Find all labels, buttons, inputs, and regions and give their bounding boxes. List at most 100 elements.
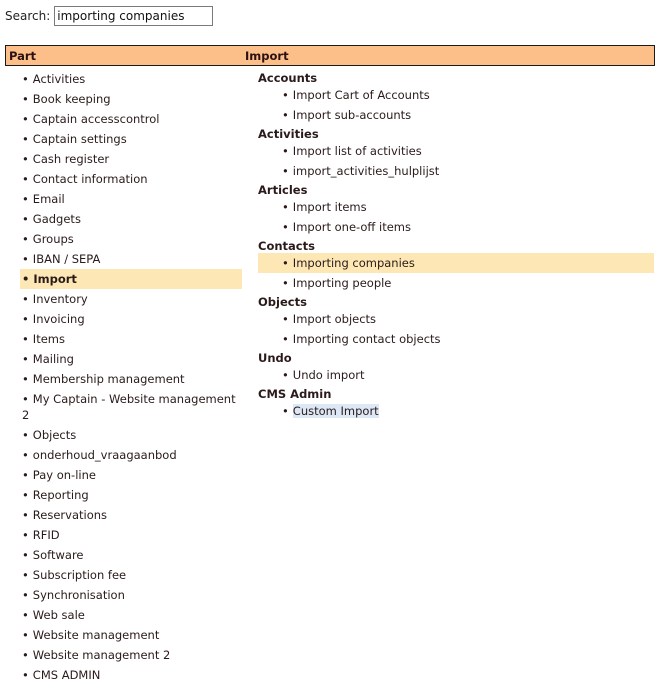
import-item-label: Importing companies	[292, 256, 415, 270]
import-item[interactable]: • Import sub-accounts	[258, 105, 654, 125]
part-item[interactable]: • Import	[20, 269, 242, 289]
part-item-label: Pay on-line	[32, 468, 96, 482]
part-item[interactable]: • Membership management	[20, 369, 242, 389]
search-input[interactable]	[54, 6, 214, 26]
import-item[interactable]: • Importing people	[258, 273, 654, 293]
import-item[interactable]: • import_activities_hulplijst	[258, 161, 654, 181]
import-item[interactable]: • Undo import	[258, 365, 654, 385]
bullet-icon: •	[282, 144, 289, 158]
part-item[interactable]: • Objects	[20, 425, 242, 445]
part-item[interactable]: • RFID	[20, 525, 242, 545]
part-item[interactable]: • Reporting	[20, 485, 242, 505]
part-item[interactable]: • Synchronisation	[20, 585, 242, 605]
import-item-label: Importing people	[292, 276, 392, 290]
import-item[interactable]: • Import objects	[258, 309, 654, 329]
import-group-title: Objects	[258, 295, 307, 309]
search-label: Search:	[5, 9, 51, 23]
bullet-icon: •	[22, 332, 29, 346]
bullet-icon: •	[22, 608, 29, 622]
part-item[interactable]: • IBAN / SEPA	[20, 249, 242, 269]
part-item-label: Synchronisation	[32, 588, 125, 602]
part-item[interactable]: • Subscription fee	[20, 565, 242, 585]
import-group-title: Activities	[258, 127, 319, 141]
bullet-icon: •	[22, 372, 29, 386]
part-item[interactable]: • Captain settings	[20, 129, 242, 149]
part-item-label: Gadgets	[32, 212, 81, 226]
bullet-icon: •	[22, 548, 29, 562]
part-item-label: My Captain - Website management 2	[22, 392, 236, 422]
bullet-icon: •	[22, 152, 29, 166]
bullet-icon: •	[282, 220, 289, 234]
part-item-label: Captain accesscontrol	[32, 112, 160, 126]
bullet-icon: •	[22, 352, 29, 366]
part-item[interactable]: • Captain accesscontrol	[20, 109, 242, 129]
part-item[interactable]: • Groups	[20, 229, 242, 249]
bullet-icon: •	[282, 200, 289, 214]
bullet-icon: •	[22, 312, 29, 326]
import-group-items: • Undo import	[258, 365, 654, 385]
bullet-icon: •	[282, 108, 289, 122]
part-item[interactable]: • Website management	[20, 625, 242, 645]
import-item[interactable]: • Import items	[258, 197, 654, 217]
import-group: CMS Admin • Custom Import	[258, 385, 654, 421]
part-item[interactable]: • Activities	[20, 69, 242, 89]
bullet-icon: •	[22, 392, 29, 406]
import-group-items: • Import items • Import one-off items	[258, 197, 654, 237]
bullet-icon: •	[22, 468, 29, 482]
bullet-icon: •	[22, 112, 29, 126]
import-item[interactable]: • Importing companies	[258, 253, 654, 273]
import-group: Articles • Import items • Import one-off ite…	[258, 181, 654, 237]
bullet-icon: •	[282, 332, 289, 346]
bullet-icon: •	[282, 164, 289, 178]
bullet-icon: •	[282, 276, 289, 290]
part-item[interactable]: • Software	[20, 545, 242, 565]
import-item[interactable]: • Import list of activities	[258, 141, 654, 161]
import-group-items: • Importing companies • Importing people	[258, 253, 654, 293]
import-item[interactable]: • Import Cart of Accounts	[258, 85, 654, 105]
part-item[interactable]: • CMS ADMIN	[20, 665, 242, 685]
part-item[interactable]: • Website management 2	[20, 645, 242, 665]
bullet-icon: •	[22, 588, 29, 602]
part-item[interactable]: • Gadgets	[20, 209, 242, 229]
import-item[interactable]: • Importing contact objects	[258, 329, 654, 349]
part-item[interactable]: • Items	[20, 329, 242, 349]
bullet-icon: •	[282, 88, 289, 102]
part-item[interactable]: • Reservations	[20, 505, 242, 525]
import-item-label: Import sub-accounts	[292, 108, 412, 122]
import-group-items: • Custom Import	[258, 401, 654, 421]
import-item[interactable]: • Import one-off items	[258, 217, 654, 237]
part-item[interactable]: • My Captain - Website management 2	[20, 389, 242, 425]
bullet-icon: •	[22, 428, 29, 442]
bullet-icon: •	[282, 256, 289, 270]
import-group: Contacts • Importing companies • Importing p…	[258, 237, 654, 293]
part-item-label: Software	[32, 548, 84, 562]
part-item-label: Email	[32, 192, 65, 206]
part-item-label: Website management	[32, 628, 160, 642]
import-group-title: Articles	[258, 183, 308, 197]
import-list: Accounts • Import Cart of Accounts • Import …	[258, 69, 654, 421]
part-item[interactable]: • Contact information	[20, 169, 242, 189]
part-item[interactable]: • Email	[20, 189, 242, 209]
import-item[interactable]: • Custom Import	[258, 401, 654, 421]
bullet-icon: •	[22, 292, 29, 306]
bullet-icon: •	[22, 528, 29, 542]
bullet-icon: •	[22, 448, 29, 462]
part-item-label: Book keeping	[32, 92, 111, 106]
part-item[interactable]: • Inventory	[20, 289, 242, 309]
bullet-icon: •	[22, 172, 29, 186]
part-item[interactable]: • Book keeping	[20, 89, 242, 109]
part-item[interactable]: • Pay on-line	[20, 465, 242, 485]
part-item-label: Items	[32, 332, 65, 346]
header-part: Part	[9, 49, 37, 63]
part-item-label: Objects	[32, 428, 77, 442]
part-item[interactable]: • Cash register	[20, 149, 242, 169]
import-item-label: Undo import	[292, 368, 365, 382]
part-item[interactable]: • Mailing	[20, 349, 242, 369]
part-item[interactable]: • onderhoud_vraagaanbod	[20, 445, 242, 465]
import-item-label: Importing contact objects	[292, 332, 441, 346]
part-item[interactable]: • Invoicing	[20, 309, 242, 329]
part-item[interactable]: • Web sale	[20, 605, 242, 625]
import-item-label: Import one-off items	[292, 220, 411, 234]
part-item-label: Activities	[32, 72, 86, 86]
part-item-label: Mailing	[32, 352, 74, 366]
